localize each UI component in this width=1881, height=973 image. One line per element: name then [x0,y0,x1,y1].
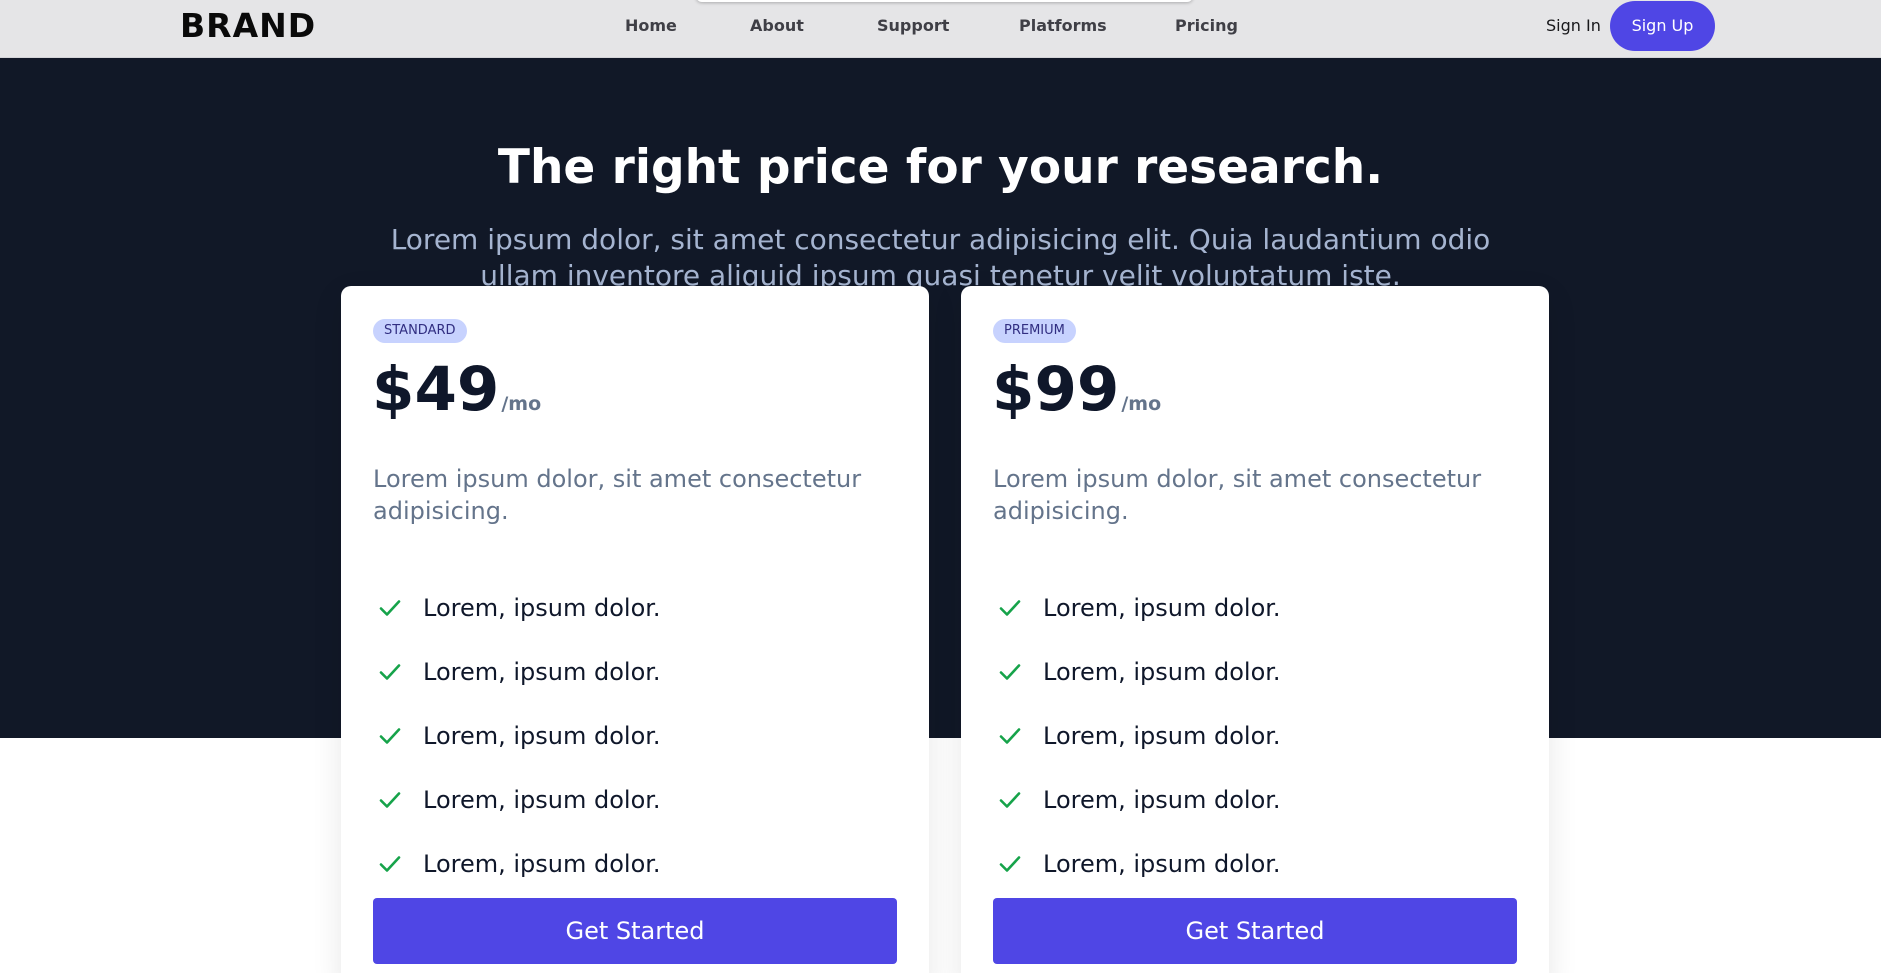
feature-item: Lorem, ipsum dolor. [993,640,1281,704]
feature-item: Lorem, ipsum dolor. [993,832,1281,896]
brand-logo[interactable]: BRAND [180,7,316,45]
plan-description: Lorem ipsum dolor, sit amet consectetur … [993,465,1482,525]
get-started-button[interactable]: Get Started [993,898,1517,964]
pricing-page: BRAND Home About Support Platforms Prici… [0,0,1881,973]
feature-text: Lorem, ipsum dolor. [1043,786,1281,814]
price-amount: $49 [372,354,500,425]
nav-link-about[interactable]: About [750,16,804,36]
feature-text: Lorem, ipsum dolor. [423,658,661,686]
price-amount: $99 [992,354,1120,425]
nav-link-support[interactable]: Support [877,16,949,36]
feature-item: Lorem, ipsum dolor. [373,576,661,640]
check-icon [379,856,401,872]
check-icon [999,600,1021,616]
hero-title: The right price for your research. [497,140,1384,195]
plan-price: $49/mo [372,354,541,440]
feature-item: Lorem, ipsum dolor. [373,832,661,896]
sign-in-link[interactable]: Sign In [1546,16,1601,36]
nav-dropdown-edge [696,0,1193,2]
check-icon [999,728,1021,744]
plan-card-premium: Premium $99/mo Lorem ipsum dolor, sit am… [961,286,1549,973]
price-unit: /mo [1121,393,1162,415]
sign-up-button[interactable]: Sign Up [1610,1,1715,51]
feature-text: Lorem, ipsum dolor. [1043,658,1281,686]
feature-item: Lorem, ipsum dolor. [373,768,661,832]
feature-text: Lorem, ipsum dolor. [423,850,661,878]
get-started-button[interactable]: Get Started [373,898,897,964]
feature-text: Lorem, ipsum dolor. [1043,722,1281,750]
check-icon [379,664,401,680]
feature-text: Lorem, ipsum dolor. [423,594,661,622]
feature-item: Lorem, ipsum dolor. [373,640,661,704]
feature-item: Lorem, ipsum dolor. [993,576,1281,640]
hero-section: The right price for your research. Lorem… [0,58,1881,738]
feature-item: Lorem, ipsum dolor. [993,768,1281,832]
check-icon [379,792,401,808]
check-icon [999,664,1021,680]
feature-item: Lorem, ipsum dolor. [993,704,1281,768]
nav-link-pricing[interactable]: Pricing [1175,16,1238,36]
feature-text: Lorem, ipsum dolor. [1043,850,1281,878]
feature-text: Lorem, ipsum dolor. [1043,594,1281,622]
plan-badge: Standard [373,319,467,343]
feature-text: Lorem, ipsum dolor. [423,786,661,814]
nav-link-home[interactable]: Home [625,16,677,36]
check-icon [999,856,1021,872]
nav-link-platforms[interactable]: Platforms [1019,16,1107,36]
hero-subtitle: Lorem ipsum dolor, sit amet consectetur … [390,223,1491,292]
top-navbar: BRAND Home About Support Platforms Prici… [0,0,1881,58]
check-icon [379,728,401,744]
plan-card-standard: Standard $49/mo Lorem ipsum dolor, sit a… [341,286,929,973]
check-icon [999,792,1021,808]
feature-list: Lorem, ipsum dolor. Lorem, ipsum dolor. … [373,576,661,896]
plan-badge: Premium [993,319,1076,343]
price-unit: /mo [501,393,542,415]
plan-description: Lorem ipsum dolor, sit amet consectetur … [373,465,862,525]
plan-price: $99/mo [992,354,1161,440]
feature-text: Lorem, ipsum dolor. [423,722,661,750]
feature-list: Lorem, ipsum dolor. Lorem, ipsum dolor. … [993,576,1281,896]
feature-item: Lorem, ipsum dolor. [373,704,661,768]
check-icon [379,600,401,616]
